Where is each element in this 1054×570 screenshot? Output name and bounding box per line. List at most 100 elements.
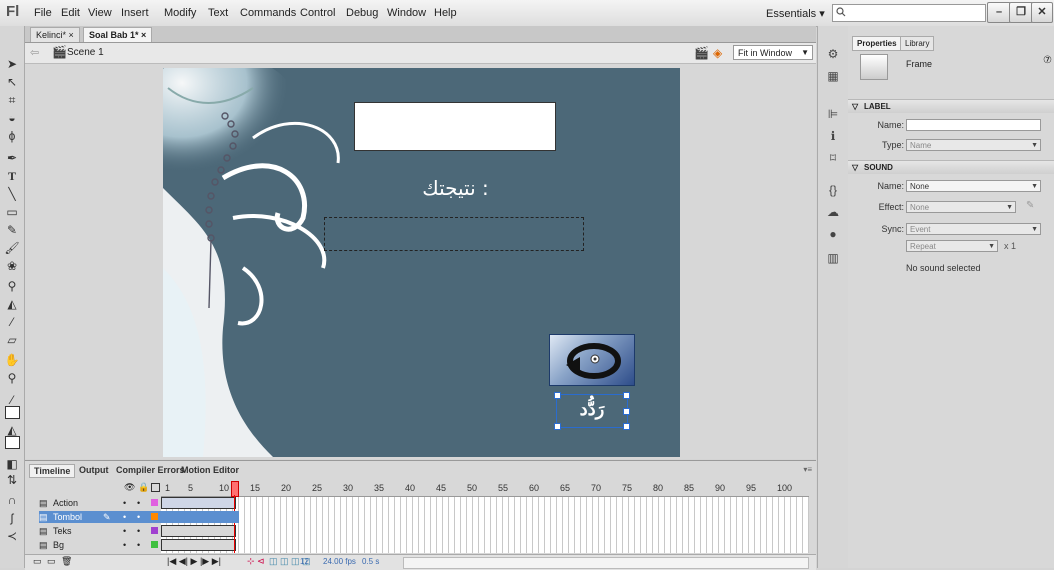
line-tool-icon[interactable]: ╲ xyxy=(4,186,20,202)
visibility-dot[interactable]: • xyxy=(123,511,126,523)
menu-window[interactable]: Window xyxy=(387,7,426,19)
tab-properties[interactable]: Properties xyxy=(852,36,902,51)
handle-bl[interactable] xyxy=(554,423,561,430)
minimize-button[interactable]: – xyxy=(987,2,1011,23)
button-text-selection[interactable]: رَدُّد xyxy=(554,392,630,430)
repeat-count[interactable]: x 1 xyxy=(1004,241,1016,251)
bone-tool-icon[interactable]: ⚲ xyxy=(4,278,20,294)
layer-color-swatch[interactable] xyxy=(151,513,158,520)
new-folder-icon[interactable]: ▭ xyxy=(47,556,56,567)
layer-color-swatch[interactable] xyxy=(151,541,158,548)
handle-br[interactable] xyxy=(623,423,630,430)
repeat-select[interactable]: Repeat ▼ xyxy=(906,240,998,252)
result-display-box[interactable] xyxy=(354,102,556,151)
lock-icon[interactable]: 🔒 xyxy=(138,482,149,493)
zoom-select[interactable]: Fit in Window ▼ xyxy=(733,45,813,60)
menu-control[interactable]: Control xyxy=(300,7,335,19)
lock-dot[interactable]: • xyxy=(137,511,140,523)
swap-colors-icon[interactable]: ⇅ xyxy=(4,472,20,488)
menu-debug[interactable]: Debug xyxy=(346,7,378,19)
stage[interactable]: نتيجتك : رَدُّد xyxy=(163,68,680,457)
info-icon[interactable]: ℹ xyxy=(825,128,841,144)
restore-button[interactable]: ❐ xyxy=(1009,2,1033,23)
fill-swatch[interactable] xyxy=(5,436,20,449)
visibility-dot[interactable]: • xyxy=(123,539,126,551)
eyedropper-tool-icon[interactable]: ⁄ xyxy=(4,314,20,330)
text-tool-icon[interactable]: T xyxy=(4,168,20,184)
motion-presets-icon[interactable]: ⚙ xyxy=(825,46,841,62)
playback-controls[interactable]: |◀ ◀| ▶ |▶ ▶| xyxy=(167,556,221,567)
panel-menu-icon[interactable]: ▾≡ xyxy=(803,465,812,474)
layer-color-swatch[interactable] xyxy=(151,527,158,534)
free-transform-tool-icon[interactable]: ⌗ xyxy=(4,92,20,108)
outline-icon[interactable] xyxy=(151,483,160,492)
code-snippets-icon[interactable]: {} xyxy=(825,182,841,198)
hand-tool-icon[interactable]: ✋ xyxy=(4,352,20,368)
tab-output[interactable]: Output xyxy=(75,464,113,476)
label-type-select[interactable]: Name ▼ xyxy=(906,139,1041,151)
replay-button[interactable] xyxy=(549,334,635,386)
visibility-dot[interactable]: • xyxy=(123,497,126,509)
swatches-icon[interactable]: ▦ xyxy=(825,68,841,84)
frame-name-input[interactable] xyxy=(906,119,1041,131)
close-button[interactable]: ✕ xyxy=(1031,2,1053,23)
lock-dot[interactable]: • xyxy=(137,497,140,509)
menu-insert[interactable]: Insert xyxy=(121,7,149,19)
tab-soal-bab-1[interactable]: Soal Bab 1* × xyxy=(83,27,153,42)
handle-tr[interactable] xyxy=(623,392,630,399)
back-arrow-icon[interactable]: ⇦ xyxy=(30,46,39,59)
lasso-tool-icon[interactable]: ϕ xyxy=(4,128,20,144)
tab-timeline[interactable]: Timeline xyxy=(29,464,76,478)
stroke-swatch[interactable] xyxy=(5,406,20,419)
help-search-input[interactable] xyxy=(832,4,986,22)
menu-view[interactable]: View xyxy=(88,7,112,19)
layer-bg[interactable]: ▤ Bg • • xyxy=(39,539,239,551)
help-icon[interactable]: ⑦ xyxy=(1043,55,1052,66)
timeline-scrollbar[interactable] xyxy=(403,557,809,569)
snap-magnet-icon[interactable]: ∩ xyxy=(4,492,20,508)
menu-file[interactable]: File xyxy=(34,7,52,19)
tab-library[interactable]: Library xyxy=(900,36,935,51)
effect-select[interactable]: None ▼ xyxy=(906,201,1016,213)
brush-tool-icon[interactable]: 🖌 xyxy=(4,240,20,256)
menu-modify[interactable]: Modify xyxy=(164,7,196,19)
sound-section-header[interactable]: ▽ SOUND xyxy=(848,160,1054,174)
selection-tool-icon[interactable]: ➤ xyxy=(4,56,20,72)
label-section-header[interactable]: ▽ LABEL xyxy=(848,99,1054,113)
layer-teks[interactable]: ▤ Teks • • xyxy=(39,525,239,537)
deco-tool-icon[interactable]: ❀ xyxy=(4,258,20,274)
layer-color-swatch[interactable] xyxy=(151,499,158,506)
delete-layer-icon[interactable]: 🗑 xyxy=(61,556,72,567)
handle-r[interactable] xyxy=(623,408,630,415)
edit-scene-icon[interactable]: 🎬 xyxy=(694,46,709,60)
menu-commands[interactable]: Commands xyxy=(240,7,296,19)
workspace-switcher[interactable]: Essentials ▾ xyxy=(766,7,825,20)
sound-name-select[interactable]: None ▼ xyxy=(906,180,1041,192)
layer-action[interactable]: ▤ Action • • xyxy=(39,497,239,509)
paint-bucket-tool-icon[interactable]: ◭ xyxy=(4,296,20,312)
show-hide-icon[interactable]: 👁 xyxy=(124,482,135,493)
layer-tombol[interactable]: ▤ Tombol ✎ • • xyxy=(39,511,239,523)
3d-rotation-tool-icon[interactable]: ◒ xyxy=(4,110,20,126)
frame-grid[interactable] xyxy=(161,496,809,553)
color-icon[interactable]: ● xyxy=(825,226,841,242)
zoom-tool-icon[interactable]: ⚲ xyxy=(4,370,20,386)
tab-kelinci[interactable]: Kelinci* × xyxy=(30,27,80,42)
menu-edit[interactable]: Edit xyxy=(61,7,80,19)
edit-sound-pencil-icon[interactable]: ✎ xyxy=(1026,200,1034,211)
menu-help[interactable]: Help xyxy=(434,7,457,19)
new-layer-icon[interactable]: ▭ xyxy=(33,556,42,567)
playhead-handle[interactable] xyxy=(231,481,239,497)
align-icon[interactable]: ⊫ xyxy=(825,106,841,122)
lock-dot[interactable]: • xyxy=(137,525,140,537)
visibility-dot[interactable]: • xyxy=(123,525,126,537)
menu-text[interactable]: Text xyxy=(208,7,228,19)
straighten-icon[interactable]: ≺ xyxy=(4,528,20,544)
edit-symbols-icon[interactable]: ◈ xyxy=(713,46,722,60)
black-white-icon[interactable]: ◧ xyxy=(4,456,20,472)
subselection-tool-icon[interactable]: ↖ xyxy=(4,74,20,90)
smooth-icon[interactable]: ʃ xyxy=(4,510,20,526)
sync-select[interactable]: Event ▼ xyxy=(906,223,1041,235)
rectangle-tool-icon[interactable]: ▭ xyxy=(4,204,20,220)
handle-tl[interactable] xyxy=(554,392,561,399)
